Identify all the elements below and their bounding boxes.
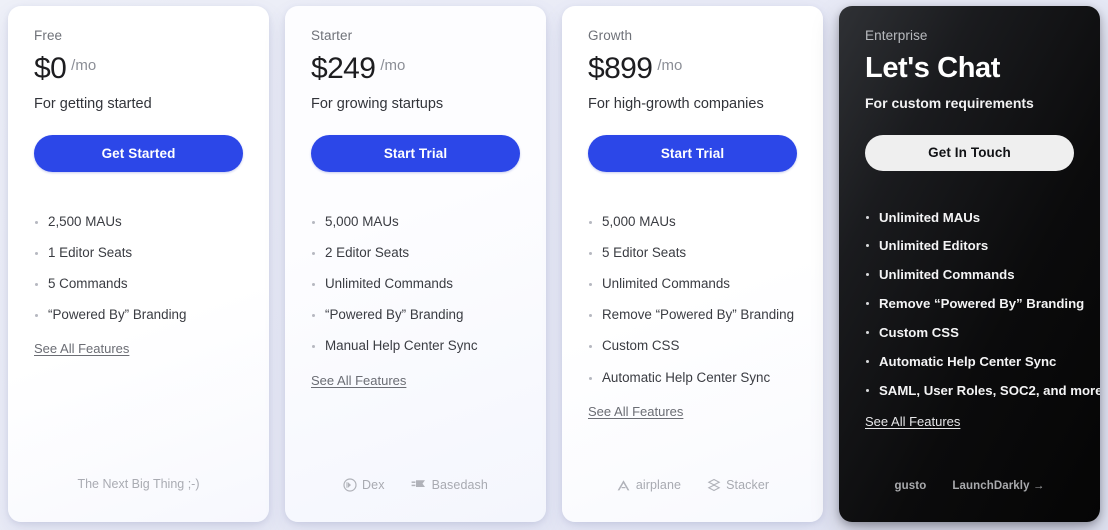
plan-tagline: For growing startups: [311, 96, 444, 112]
feature-item: Unlimited Editors: [865, 238, 1074, 254]
logo-label: LaunchDarkly →: [952, 480, 1045, 492]
feature-list: 2,500 MAUs 1 Editor Seats 5 Commands “Po…: [34, 214, 243, 338]
see-all-features-link[interactable]: See All Features: [865, 414, 1074, 429]
feature-item: “Powered By” Branding: [34, 307, 243, 323]
feature-item: Custom CSS: [865, 325, 1074, 341]
logo-basedash: Basedash: [411, 478, 488, 492]
feature-item: Unlimited Commands: [865, 267, 1074, 283]
get-in-touch-button[interactable]: Get In Touch: [865, 134, 1074, 171]
logo-label: airplane: [635, 478, 682, 492]
feature-item: 2,500 MAUs: [34, 214, 243, 230]
get-started-button[interactable]: Get Started: [34, 135, 243, 173]
see-all-features-link[interactable]: See All Features: [588, 404, 797, 419]
logo-label: Dex: [362, 478, 385, 492]
logo-label: gusto: [894, 480, 927, 492]
feature-item: 5 Editor Seats: [588, 245, 797, 261]
pricing-card-enterprise[interactable]: Enterprise Let's Chat For custom require…: [839, 6, 1100, 522]
feature-list: Unlimited MAUs Unlimited Editors Unlimit…: [865, 210, 1100, 412]
logo-launchdarkly: LaunchDarkly →: [952, 480, 1044, 492]
pricing-page: Free $0 /mo For getting started Get Star…: [0, 0, 1108, 530]
pricing-card-growth[interactable]: Growth $899 /mo For high-growth companie…: [562, 6, 823, 522]
customer-logo-row: Dex Basedash: [285, 478, 546, 492]
plan-name: Growth: [588, 28, 633, 43]
plan-price: $899: [588, 52, 653, 85]
price-row: $0 /mo: [34, 54, 243, 86]
customer-logo-row: gusto LaunchDarkly →: [839, 480, 1100, 492]
feature-item: 5,000 MAUs: [588, 214, 797, 230]
card-footer-note: The Next Big Thing ;-): [77, 477, 200, 491]
plan-tagline: For getting started: [34, 96, 152, 112]
price-row: Let's Chat: [865, 54, 1074, 86]
plan-period: /mo: [71, 57, 97, 74]
logo-label: Basedash: [431, 478, 488, 492]
plan-name: Starter: [311, 28, 353, 43]
price-row: $249 /mo: [311, 54, 520, 86]
feature-item: 5 Commands: [34, 276, 243, 292]
pricing-card-list: Free $0 /mo For getting started Get Star…: [8, 6, 1100, 524]
feature-item: Remove “Powered By” Branding: [865, 296, 1084, 312]
pricing-card-starter[interactable]: Starter $249 /mo For growing startups St…: [285, 6, 546, 522]
start-trial-button[interactable]: Start Trial: [588, 135, 797, 173]
feature-item: “Powered By” Branding: [311, 307, 520, 323]
feature-item: 2 Editor Seats: [311, 245, 520, 261]
feature-item: Remove “Powered By” Branding: [588, 307, 797, 323]
stacker-logo-icon: [707, 478, 721, 492]
plan-tagline: For high-growth companies: [588, 96, 764, 112]
dex-logo-icon: [343, 478, 357, 492]
logo-stacker: Stacker: [707, 478, 769, 492]
start-trial-button[interactable]: Start Trial: [311, 135, 520, 173]
feature-item: SAML, User Roles, SOC2, and more: [865, 383, 1100, 399]
logo-label: Stacker: [726, 478, 770, 492]
basedash-logo-icon: [411, 479, 427, 492]
feature-item: Unlimited Commands: [311, 276, 520, 292]
plan-period: /mo: [657, 57, 683, 74]
plan-price: $0: [34, 52, 67, 85]
feature-item: Manual Help Center Sync: [311, 338, 520, 354]
feature-item: 1 Editor Seats: [34, 245, 243, 261]
price-row: $899 /mo: [588, 54, 797, 86]
plan-price: $249: [311, 52, 376, 85]
logo-gusto: gusto: [895, 480, 927, 492]
feature-item: Custom CSS: [588, 338, 797, 354]
feature-item: Automatic Help Center Sync: [588, 370, 797, 386]
feature-list: 5,000 MAUs 2 Editor Seats Unlimited Comm…: [311, 214, 520, 369]
feature-item: Unlimited Commands: [588, 276, 797, 292]
plan-period: /mo: [380, 57, 406, 74]
plan-name: Enterprise: [865, 28, 928, 43]
see-all-features-link[interactable]: See All Features: [34, 341, 243, 356]
feature-item: Unlimited MAUs: [865, 210, 1074, 226]
see-all-features-link[interactable]: See All Features: [311, 373, 520, 388]
plan-tagline: For custom requirements: [865, 95, 1034, 111]
logo-airplane: airplane: [616, 478, 681, 492]
customer-logo-row: airplane Stacker: [562, 478, 823, 492]
feature-item: Automatic Help Center Sync: [865, 354, 1074, 370]
airplane-logo-icon: [616, 479, 631, 492]
logo-dex: Dex: [343, 478, 385, 492]
feature-item: 5,000 MAUs: [311, 214, 520, 230]
plan-price: Let's Chat: [865, 52, 1001, 84]
pricing-card-free[interactable]: Free $0 /mo For getting started Get Star…: [8, 6, 269, 522]
feature-list: 5,000 MAUs 5 Editor Seats Unlimited Comm…: [588, 214, 797, 400]
plan-name: Free: [34, 28, 63, 43]
